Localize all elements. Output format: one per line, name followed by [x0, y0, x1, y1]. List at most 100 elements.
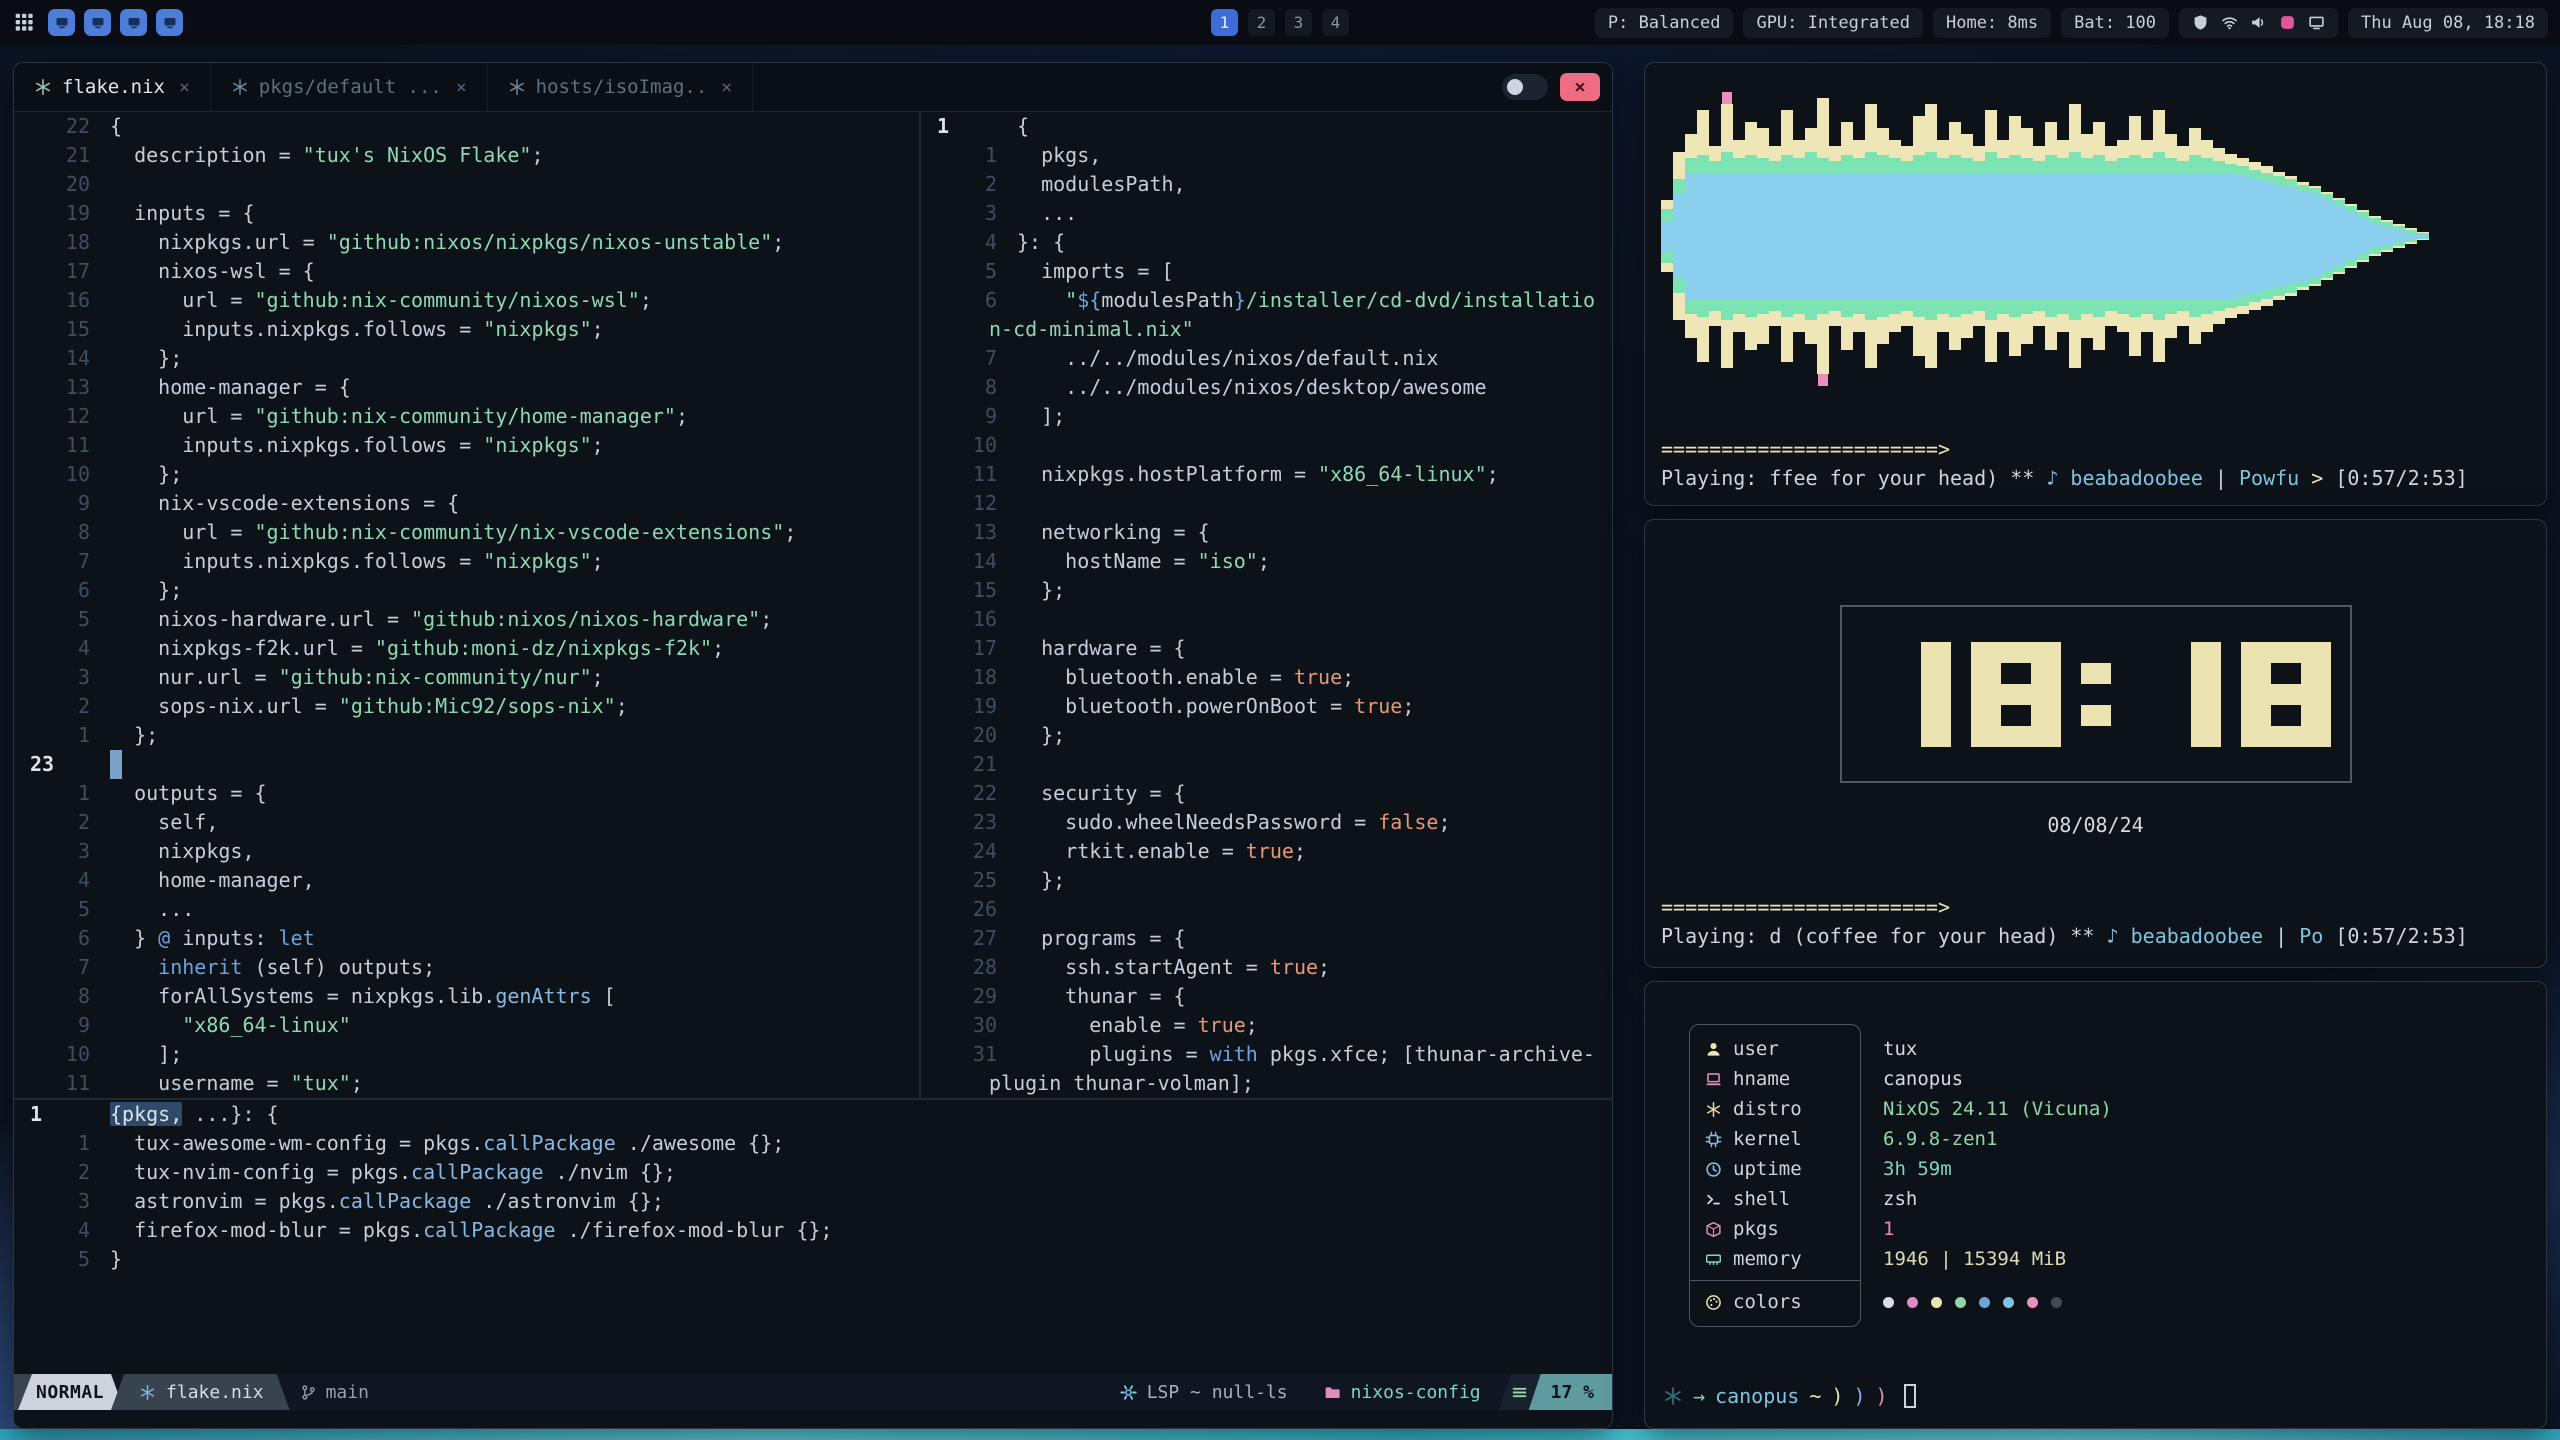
workspace-button-4[interactable] — [156, 9, 183, 36]
spacer — [1661, 837, 2530, 893]
system-tray — [2179, 8, 2338, 38]
window-button-4[interactable]: 4 — [1322, 9, 1349, 36]
line-number: 27 — [921, 924, 1017, 953]
lsp-status: LSP ~ null-ls — [1102, 1374, 1306, 1410]
tab-close-button[interactable]: × — [179, 77, 190, 98]
viz-column — [1817, 71, 1829, 401]
line-number: 14 — [14, 344, 110, 373]
line-number: 12 — [921, 489, 1017, 518]
line-number: 13 — [14, 373, 110, 402]
prompt-segment: → — [1693, 1384, 1705, 1408]
line-number: 9 — [14, 489, 110, 518]
line-number: 4 — [921, 228, 1017, 257]
wifi-icon[interactable] — [2221, 14, 2238, 31]
workspace-button-2[interactable] — [84, 9, 111, 36]
viz-column — [1733, 71, 1745, 401]
clock-terminal[interactable]: 08/08/24 =======================> Playin… — [1644, 519, 2547, 968]
code-line: 9 "x86_64-linux" — [14, 1011, 919, 1040]
workspace-button-1[interactable] — [48, 9, 75, 36]
viz-column — [2405, 71, 2417, 401]
line-number: 24 — [921, 837, 1017, 866]
prompt-segment: ) — [1831, 1384, 1843, 1408]
tab-pkgs-default[interactable]: pkgs/default ...× — [211, 63, 488, 111]
git-branch-icon — [300, 1384, 317, 1401]
status-pill: GPU: Integrated — [1743, 8, 1923, 38]
viz-column — [1997, 71, 2009, 401]
line-number: 11 — [14, 1069, 110, 1098]
viz-column — [2153, 71, 2165, 401]
status-pill: P: Balanced — [1595, 8, 1734, 38]
code-line: 28 ssh.startAgent = true; — [921, 953, 1612, 982]
viz-column — [1721, 71, 1733, 401]
fetch-value-user: tux — [1883, 1034, 2112, 1064]
line-number: 16 — [921, 605, 1017, 634]
code-line: 19 bluetooth.powerOnBoot = true; — [921, 692, 1612, 721]
fetch-row-colors: colors — [1690, 1287, 1860, 1317]
code-line: 21 — [921, 750, 1612, 779]
viz-column — [1685, 71, 1697, 401]
fetch-terminal[interactable]: userhnamedistrokerneluptimeshellpkgsmemo… — [1644, 981, 2547, 1429]
pane-iso-image-nix[interactable]: 1{1 pkgs,2 modulesPath,3 ...4}: {5 impor… — [921, 112, 1612, 1098]
viz-column — [2225, 71, 2237, 401]
code-line: 12 url = "github:nix-community/home-mana… — [14, 402, 919, 431]
tab-hosts-isoimag[interactable]: hosts/isoImag..× — [488, 63, 753, 111]
fetch-value-shell: zsh — [1883, 1184, 2112, 1214]
line-number: 5 — [921, 257, 1017, 286]
window-close-button[interactable]: × — [1560, 73, 1600, 101]
visualizer-terminal[interactable]: =======================> Playing: ffee f… — [1644, 62, 2547, 506]
code-line: 14 hostName = "iso"; — [921, 547, 1612, 576]
shield-icon[interactable] — [2192, 14, 2209, 31]
line-number: 5 — [14, 1245, 110, 1274]
line-number: 19 — [921, 692, 1017, 721]
code-line: 13 home-manager = { — [14, 373, 919, 402]
tab-flake-nix[interactable]: flake.nix× — [14, 63, 211, 111]
viz-column — [2321, 71, 2333, 401]
window-button-1[interactable]: 1 — [1211, 9, 1238, 36]
ontop-toggle[interactable] — [1502, 74, 1548, 100]
code-line: 9 ]; — [921, 402, 1612, 431]
window-button-2[interactable]: 2 — [1248, 9, 1275, 36]
code-line: 2 sops-nix.url = "github:Mic92/sops-nix"… — [14, 692, 919, 721]
screen-icon[interactable] — [2308, 14, 2325, 31]
apps-grid-icon[interactable] — [12, 11, 36, 35]
code-line: 11 inputs.nixpkgs.follows = "nixpkgs"; — [14, 431, 919, 460]
cmdline — [14, 1410, 1612, 1428]
code-line: 4 nixpkgs-f2k.url = "github:moni-dz/nixp… — [14, 634, 919, 663]
code-line: 10 ]; — [14, 1040, 919, 1069]
viz-column — [2357, 71, 2369, 401]
fetch-value-pkgs: 1 — [1883, 1214, 2112, 1244]
code-line: 7 inherit (self) outputs; — [14, 953, 919, 982]
user-icon — [1705, 1041, 1722, 1058]
viz-pink-accent — [1818, 374, 1828, 386]
code-line: 26 — [921, 895, 1612, 924]
shell-prompt[interactable]: → canopus ~ ))) — [1663, 1384, 1916, 1408]
pane-flake-nix[interactable]: 22{21 description = "tux's NixOS Flake";… — [14, 112, 919, 1098]
code-line: 6 } @ inputs: let — [14, 924, 919, 953]
pane-pkgs-default-nix[interactable]: 1{pkgs, ...}: {1 tux-awesome-wm-config =… — [14, 1100, 1612, 1374]
viz-column — [1805, 71, 1817, 401]
tab-close-button[interactable]: × — [456, 77, 467, 98]
line-number: 11 — [14, 431, 110, 460]
code-line: 6 "${modulesPath}/installer/cd-dvd/insta… — [921, 286, 1612, 315]
color-palette-dots — [1883, 1287, 2112, 1317]
code-line: 25 }; — [921, 866, 1612, 895]
memory-icon — [1705, 1251, 1722, 1268]
code-line: 24 rtkit.enable = true; — [921, 837, 1612, 866]
viz-column — [1661, 71, 1673, 401]
viz-column — [2105, 71, 2117, 401]
code-line: 4 firefox-mod-blur = pkgs.callPackage ./… — [14, 1216, 1612, 1245]
volume-icon[interactable] — [2250, 14, 2267, 31]
window-button-3[interactable]: 3 — [1285, 9, 1312, 36]
player-separator: =======================> — [1661, 893, 2530, 922]
clock-digit — [1861, 642, 1951, 747]
nix-icon — [1663, 1386, 1683, 1406]
line-number: 30 — [921, 1011, 1017, 1040]
line-number: 21 — [14, 141, 110, 170]
tab-close-button[interactable]: × — [721, 77, 732, 98]
distro-icon — [1705, 1101, 1722, 1118]
line-number: 26 — [921, 895, 1017, 924]
recording-indicator[interactable] — [2279, 14, 2296, 31]
workspace-button-3[interactable] — [120, 9, 147, 36]
fetch-label: uptime — [1733, 1158, 1802, 1180]
code-line: 7 inputs.nixpkgs.follows = "nixpkgs"; — [14, 547, 919, 576]
